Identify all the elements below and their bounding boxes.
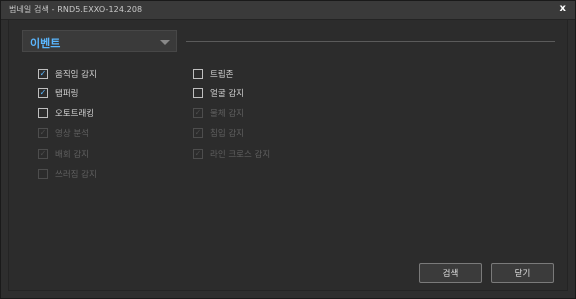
close-button[interactable]: 닫기: [491, 263, 554, 283]
checkbox-line-cross: ✓ 라인 크로스 감지: [193, 148, 270, 160]
checkbox-box: ✓: [193, 108, 203, 118]
checkbox-box: [38, 169, 48, 179]
checkbox-tampering[interactable]: ✓ 탬퍼링: [38, 87, 78, 99]
search-button[interactable]: 검색: [419, 263, 482, 283]
checkbox-auto-tracking[interactable]: 오토트래킹: [38, 107, 94, 119]
checkbox-label: 영상 분석: [55, 129, 89, 139]
event-type-dropdown[interactable]: 이벤트: [22, 30, 177, 52]
checkbox-fall-detection: 쓰러짐 감지: [38, 168, 97, 180]
checkbox-box: [38, 108, 48, 118]
checkbox-label: 침입 감지: [210, 129, 244, 139]
checkbox-label: 라인 크로스 감지: [210, 150, 271, 160]
checkbox-label: 쓰러짐 감지: [55, 170, 97, 180]
checkbox-loitering: ✓ 배회 감지: [38, 148, 89, 160]
checkbox-face-detection[interactable]: 얼굴 감지: [193, 87, 244, 99]
checkbox-box: ✓: [38, 128, 48, 138]
dialog-content: 이벤트 ✓ 움직임 감지 ✓ 탬퍼링 오토트래킹 ✓ 영상 분석 ✓ 배회 감지…: [8, 19, 568, 291]
checkbox-box: ✓: [38, 149, 48, 159]
checkbox-intrusion-detection: ✓ 침입 감지: [193, 127, 244, 139]
checkbox-video-analysis: ✓ 영상 분석: [38, 127, 89, 139]
checkbox-box: ✓: [38, 69, 48, 79]
checkbox-object-detection: ✓ 물체 감지: [193, 107, 244, 119]
checkbox-label: 물체 감지: [210, 109, 244, 119]
chevron-down-icon: [160, 40, 170, 45]
checkbox-box: [193, 69, 203, 79]
checkbox-box: ✓: [193, 128, 203, 138]
checkbox-label: 탬퍼링: [55, 89, 79, 99]
checkbox-label: 트립존: [210, 70, 234, 80]
event-type-label: 이벤트: [30, 37, 61, 50]
checkbox-label: 움직임 감지: [55, 70, 97, 80]
checkbox-box: ✓: [193, 149, 203, 159]
close-icon[interactable]: x: [560, 3, 566, 14]
section-divider: [186, 41, 555, 42]
checkbox-label: 배회 감지: [55, 150, 89, 160]
checkbox-box: ✓: [38, 88, 48, 98]
window-title: 범네일 검색 - RND5.EXXO-124.208: [9, 5, 143, 14]
search-dialog: 범네일 검색 - RND5.EXXO-124.208 x 이벤트 ✓ 움직임 감…: [0, 0, 576, 299]
title-bar: 범네일 검색 - RND5.EXXO-124.208 x: [1, 1, 575, 20]
checkbox-motion-detection[interactable]: ✓ 움직임 감지: [38, 68, 97, 80]
checkbox-box: [193, 88, 203, 98]
checkbox-label: 얼굴 감지: [210, 89, 244, 99]
checkbox-trip-zone[interactable]: 트립존: [193, 68, 233, 80]
checkbox-label: 오토트래킹: [55, 109, 95, 119]
